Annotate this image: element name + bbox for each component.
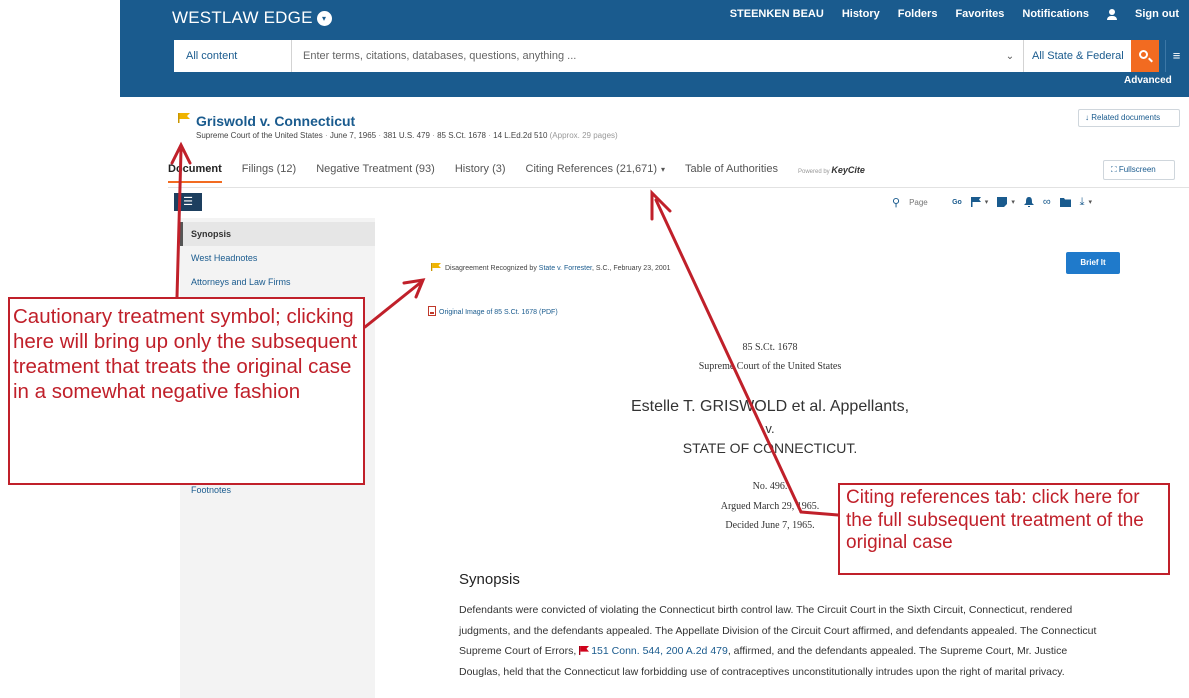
tab-document[interactable]: Document bbox=[168, 160, 222, 183]
treatment-prefix: Disagreement Recognized by bbox=[445, 265, 537, 272]
sct-citation: 85 S.Ct. 1678 bbox=[437, 131, 486, 140]
chevron-down-icon[interactable]: ▾ bbox=[661, 165, 665, 174]
document-tabs: Document Filings (12) Negative Treatment… bbox=[168, 160, 865, 188]
document-metadata: Supreme Court of the United States · Jun… bbox=[196, 131, 618, 140]
treatment-case-link[interactable]: State v. Forrester bbox=[539, 265, 592, 272]
jurisdiction-selector[interactable]: All State & Federal bbox=[1023, 40, 1131, 72]
caption-parties-appellants: Estelle T. GRISWOLD et al. Appellants, bbox=[630, 398, 910, 415]
flag-icon[interactable] bbox=[970, 197, 981, 207]
led-citation: 14 L.Ed.2d 510 bbox=[493, 131, 548, 140]
header-top-bar: WESTLAW EDGE ▾ STEENKEN BEAU History Fold… bbox=[120, 0, 1189, 32]
related-documents-button[interactable]: ↓ Related documents bbox=[1078, 109, 1180, 127]
citing-references-label: Citing References (21,671) bbox=[525, 163, 658, 175]
advanced-search-link[interactable]: Advanced bbox=[1124, 75, 1172, 86]
synopsis-heading: Synopsis bbox=[459, 571, 520, 588]
keycite-logo: KeyCite bbox=[831, 165, 865, 175]
toc-item-synopsis[interactable]: Synopsis bbox=[180, 222, 375, 246]
connecticut-citation-link[interactable]: 151 Conn. 544, 200 A.2d 479 bbox=[591, 645, 728, 657]
brief-it-button[interactable]: Brief It bbox=[1066, 252, 1120, 274]
yellow-flag-icon[interactable] bbox=[431, 263, 441, 271]
fullscreen-icon: ⛶ bbox=[1111, 165, 1117, 174]
page-count: (Approx. 29 pages) bbox=[549, 131, 618, 140]
tab-citing-references[interactable]: Citing References (21,671) ▾ bbox=[526, 160, 665, 181]
history-link[interactable]: History bbox=[842, 8, 880, 20]
treatment-suffix: , S.C., February 23, 2001 bbox=[591, 265, 671, 272]
toc-toggle-button[interactable]: ☰ bbox=[174, 193, 202, 211]
citing-references-callout: Citing references tab: click here for th… bbox=[838, 483, 1170, 575]
annotation-icon[interactable] bbox=[997, 197, 1008, 207]
decision-date: June 7, 1965 bbox=[329, 131, 377, 140]
caption-parties-appellee: STATE OF CONNECTICUT. bbox=[682, 440, 858, 456]
user-icon[interactable] bbox=[1107, 8, 1117, 20]
link-icon[interactable]: ∞ bbox=[1043, 196, 1051, 208]
search-input[interactable] bbox=[292, 40, 997, 72]
negative-treatment-notice: Disagreement Recognized by State v. Forr… bbox=[431, 263, 671, 272]
caption-court: Supreme Court of the United States bbox=[698, 361, 842, 372]
synopsis-body: Defendants were convicted of violating t… bbox=[459, 600, 1099, 682]
arrow-connector bbox=[799, 510, 840, 517]
chevron-down-icon[interactable]: ▾ bbox=[1089, 198, 1093, 206]
keycite-badge: Powered by KeyCite bbox=[798, 165, 865, 175]
toc-item-west-headnotes[interactable]: West Headnotes bbox=[180, 246, 375, 270]
tab-filings[interactable]: Filings (12) bbox=[242, 160, 296, 181]
arrow-down-icon: ↓ bbox=[1085, 113, 1089, 122]
folder-icon[interactable] bbox=[1059, 197, 1071, 207]
caption-versus: v. bbox=[765, 421, 775, 436]
us-citation: 381 U.S. 479 bbox=[383, 131, 430, 140]
chevron-down-icon[interactable]: ▾ bbox=[1011, 198, 1015, 206]
notifications-link[interactable]: Notifications bbox=[1022, 8, 1089, 20]
tab-history[interactable]: History (3) bbox=[455, 160, 506, 181]
user-name-link[interactable]: STEENKEN BEAU bbox=[730, 8, 824, 20]
tabs-divider bbox=[168, 187, 1189, 188]
app-header: WESTLAW EDGE ▾ STEENKEN BEAU History Fold… bbox=[120, 0, 1189, 97]
related-documents-label: Related documents bbox=[1091, 113, 1161, 122]
yellow-flag-icon[interactable] bbox=[178, 113, 190, 123]
chevron-down-icon[interactable]: ▾ bbox=[985, 198, 989, 206]
search-button[interactable] bbox=[1131, 40, 1159, 72]
search-icon bbox=[1139, 50, 1148, 59]
download-icon[interactable]: ⤓ bbox=[1080, 196, 1085, 209]
pdf-icon bbox=[428, 306, 436, 316]
powered-by-label: Powered by bbox=[797, 169, 830, 175]
arrow-head-treatment-flag bbox=[402, 278, 426, 299]
top-navigation: STEENKEN BEAU History Folders Favorites … bbox=[730, 8, 1179, 20]
favorites-link[interactable]: Favorites bbox=[955, 8, 1004, 20]
document-title: Griswold v. Connecticut bbox=[196, 113, 356, 129]
westlaw-logo[interactable]: WESTLAW EDGE ▾ bbox=[172, 8, 332, 28]
court-name: Supreme Court of the United States bbox=[196, 131, 323, 140]
tab-negative-treatment[interactable]: Negative Treatment (93) bbox=[316, 160, 435, 181]
arrow-head-citing-references bbox=[650, 189, 672, 221]
original-image-pdf-link[interactable]: Original Image of 85 S.Ct. 1678 (PDF) bbox=[428, 306, 558, 316]
document-toolbar: ⚲ Go ▾ ▾ ∞ ⤓ ▾ bbox=[892, 195, 1092, 209]
folders-link[interactable]: Folders bbox=[898, 8, 938, 20]
chevron-down-icon[interactable]: ⌄ bbox=[997, 51, 1023, 62]
content-scope-selector[interactable]: All content bbox=[174, 40, 292, 72]
toc-item-attorneys[interactable]: Attorneys and Law Firms bbox=[180, 270, 375, 294]
research-menu-icon[interactable]: ≡ bbox=[1165, 40, 1187, 72]
brand-chevron-icon[interactable]: ▾ bbox=[316, 11, 332, 26]
brand-name: WESTLAW EDGE bbox=[172, 8, 313, 27]
arrow-to-citing-references bbox=[654, 198, 803, 514]
page-number-input[interactable] bbox=[909, 195, 944, 209]
search-bar: All content ⌄ All State & Federal bbox=[174, 40, 1131, 72]
fullscreen-button[interactable]: ⛶ Fullscreen bbox=[1103, 160, 1175, 180]
bell-icon[interactable] bbox=[1023, 197, 1034, 207]
go-button[interactable]: Go bbox=[952, 199, 962, 206]
pdf-link-label: Original Image of 85 S.Ct. 1678 (PDF) bbox=[439, 309, 558, 316]
fullscreen-label: Fullscreen bbox=[1118, 165, 1156, 174]
caption-citation: 85 S.Ct. 1678 bbox=[742, 342, 798, 353]
tab-table-of-authorities[interactable]: Table of Authorities bbox=[685, 160, 778, 181]
sign-out-link[interactable]: Sign out bbox=[1135, 8, 1179, 20]
cautionary-symbol-callout: Cautionary treatment symbol; clicking he… bbox=[8, 297, 365, 485]
search-within-icon[interactable]: ⚲ bbox=[892, 196, 900, 209]
red-flag-icon[interactable] bbox=[579, 646, 590, 655]
